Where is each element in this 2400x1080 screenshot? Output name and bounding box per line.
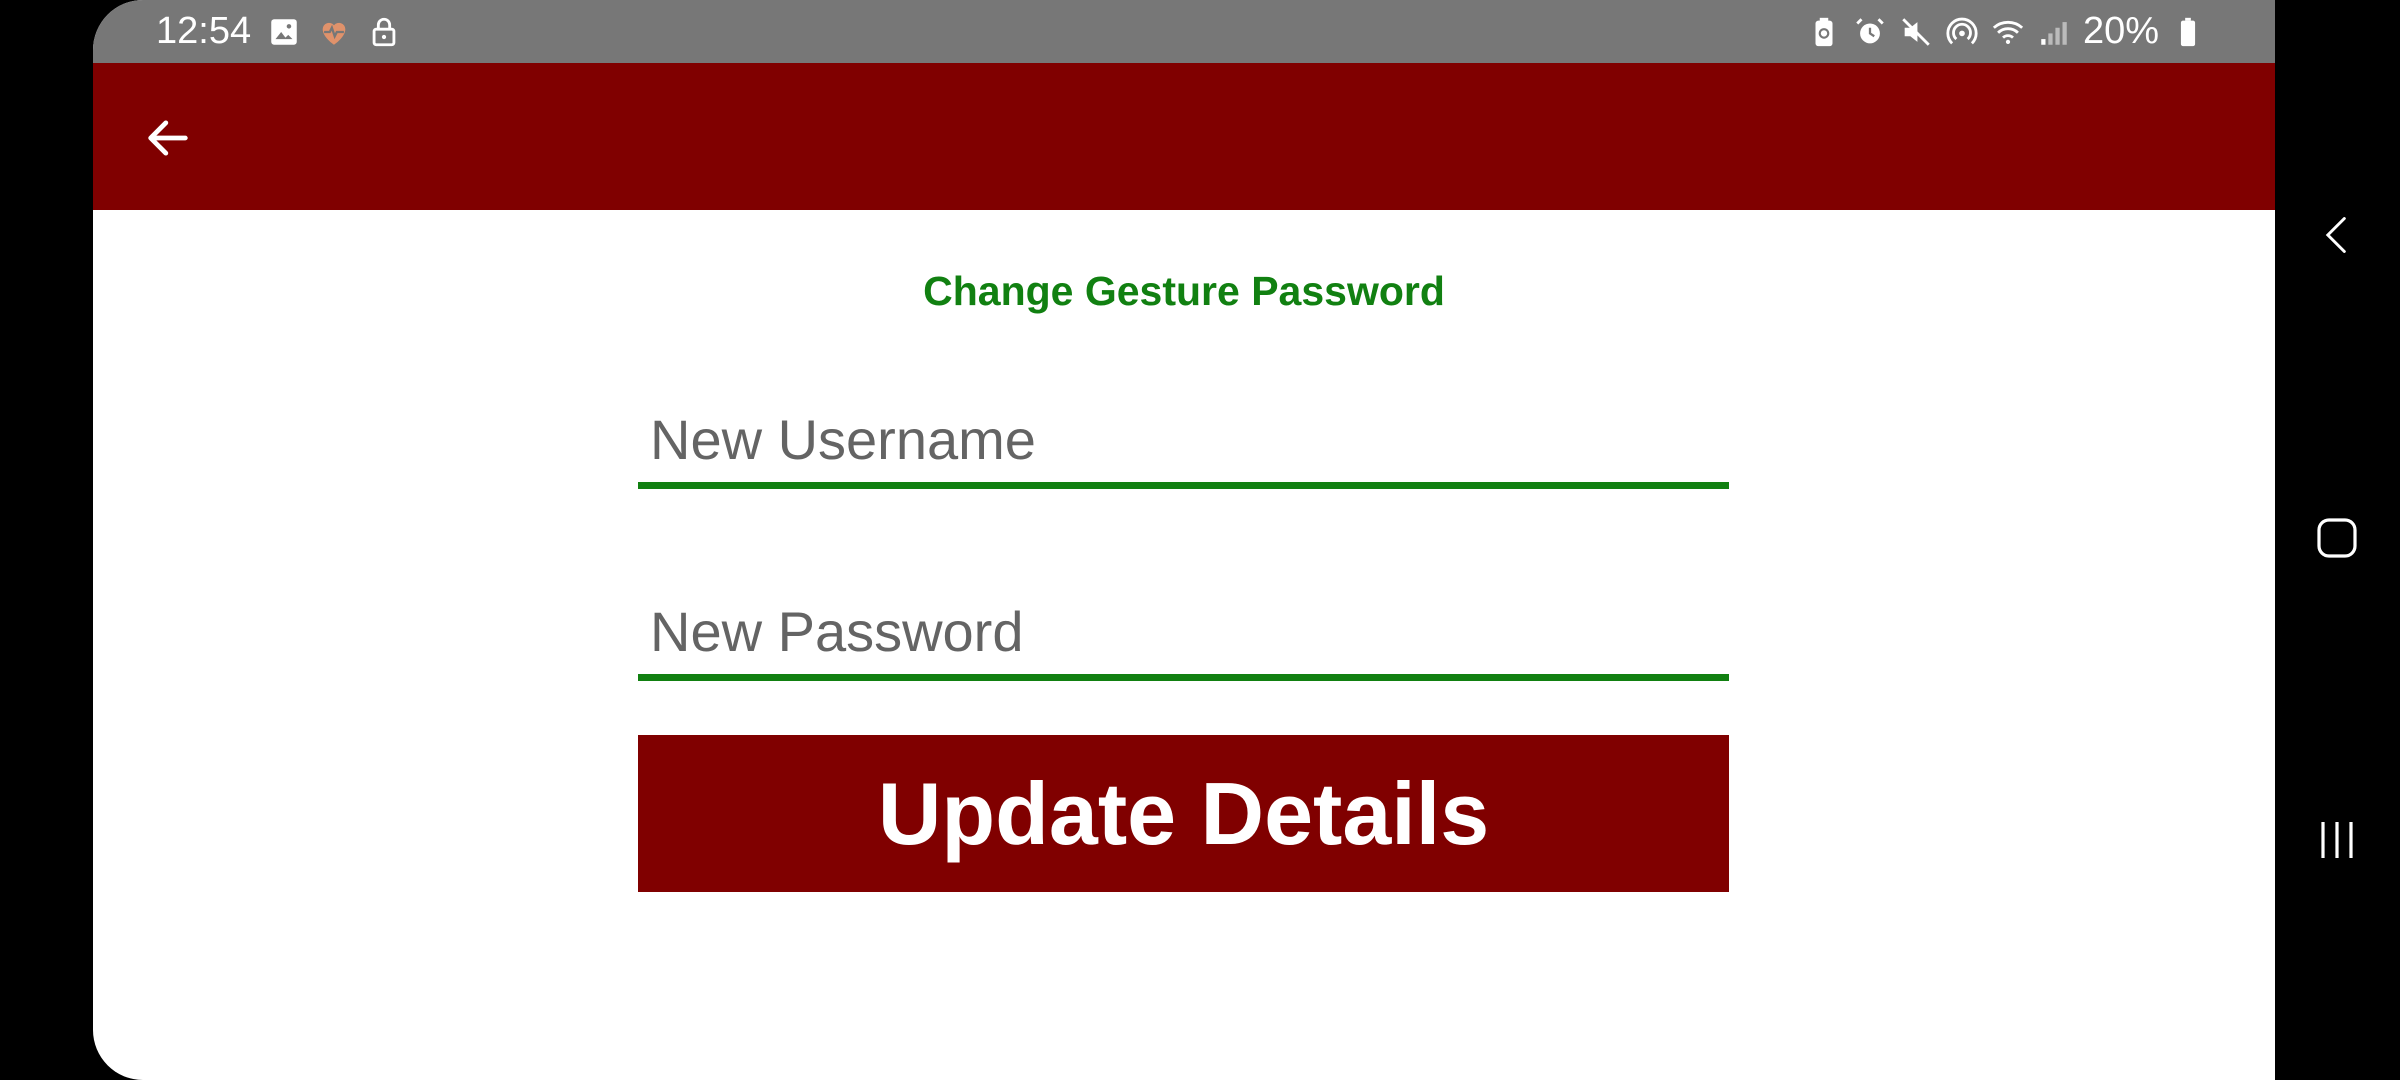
- status-bar: 12:54 20%: [93, 0, 2275, 63]
- status-time: 12:54: [156, 10, 252, 52]
- app-screen: 12:54 20% Change Gesture Password New Us…: [93, 0, 2275, 1080]
- battery-saver-icon: [1815, 17, 1833, 46]
- status-left: 12:54: [156, 0, 401, 63]
- mute-icon: [1902, 17, 1930, 46]
- battery-percent: 20%: [2082, 10, 2159, 52]
- nav-recents-button[interactable]: [2302, 805, 2372, 875]
- image-icon: [271, 18, 297, 45]
- back-button[interactable]: [133, 103, 203, 173]
- lock-icon: [372, 17, 396, 46]
- health-heart-icon: [322, 22, 346, 45]
- nav-back-icon: [2325, 217, 2346, 253]
- page-title: Change Gesture Password: [923, 268, 1445, 314]
- new-password-input[interactable]: [638, 589, 1729, 681]
- hotspot-icon: [1946, 17, 1978, 44]
- arrow-left-icon: [148, 120, 188, 156]
- signal-icon: [2041, 21, 2067, 45]
- status-right: 20%: [1807, 0, 2205, 63]
- nav-home-icon: [2317, 518, 2357, 558]
- nav-recents-icon: [2321, 822, 2353, 858]
- nav-back-button[interactable]: [2302, 200, 2372, 270]
- navigation-bar: [2275, 0, 2400, 1080]
- battery-icon: [2180, 17, 2196, 46]
- update-details-button[interactable]: Update Details: [638, 735, 1729, 892]
- new-username-input[interactable]: [638, 397, 1729, 489]
- wifi-icon: [1992, 20, 2024, 44]
- alarm-icon: [1856, 17, 1884, 43]
- nav-home-button[interactable]: [2302, 503, 2372, 573]
- app-bar: [93, 63, 2275, 210]
